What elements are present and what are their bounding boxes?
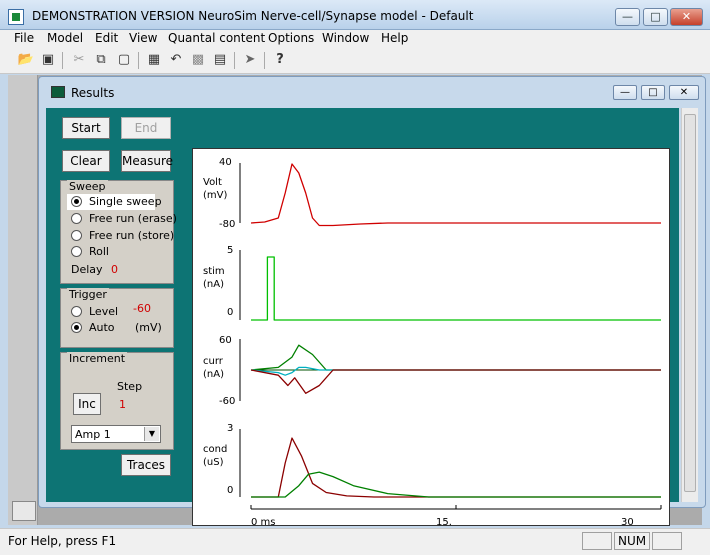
copy-icon[interactable]: ⧉ — [92, 51, 110, 69]
amp-select-value: Amp 1 — [75, 428, 111, 441]
curr-trace-2 — [250, 344, 661, 371]
back-icon[interactable]: ↶ — [167, 51, 185, 69]
curr-trace-4 — [250, 369, 661, 394]
toolbar-separator — [234, 52, 235, 69]
volt-trace-0 — [250, 163, 661, 227]
toolbar-separator — [62, 52, 63, 69]
menu-edit[interactable]: Edit — [95, 31, 118, 45]
step-label: Step — [117, 380, 143, 393]
single-sweep-radio[interactable] — [71, 196, 82, 207]
results-window-title: Results — [71, 86, 115, 100]
status-panel-caps — [582, 532, 612, 550]
trigger-group-label: Trigger — [67, 288, 109, 301]
menu-window[interactable]: Window — [322, 31, 369, 45]
start-button[interactable]: Start — [62, 117, 110, 139]
model-icon[interactable]: ▦ — [145, 51, 163, 69]
scrollbar-thumb[interactable] — [684, 114, 696, 492]
trigger-auto-label: Auto — [89, 321, 115, 334]
toolbar-separator — [138, 52, 139, 69]
minimize-button[interactable]: — — [615, 8, 640, 26]
free-run-erase-radio[interactable] — [71, 213, 82, 224]
sweep-group-label: Sweep — [67, 180, 108, 193]
trigger-level-radio[interactable] — [71, 306, 82, 317]
toolbar-separator — [264, 52, 265, 69]
traces-button[interactable]: Traces — [121, 454, 171, 476]
minimized-window-icon[interactable] — [12, 501, 36, 521]
notes-icon[interactable]: ▤ — [211, 51, 229, 69]
menu-help[interactable]: Help — [381, 31, 408, 45]
open-icon[interactable]: 📂 — [17, 51, 35, 69]
menu-quantal-content[interactable]: Quantal content — [168, 31, 265, 45]
grid-icon[interactable]: ▩ — [189, 51, 207, 69]
single-sweep-label: Single sweep — [89, 195, 162, 208]
free-run-store-label: Free run (store) — [89, 229, 175, 242]
menu-view[interactable]: View — [129, 31, 157, 45]
status-bar: For Help, press F1 NUM — [0, 528, 710, 555]
roll-label: Roll — [89, 245, 109, 258]
inc-button[interactable]: Inc — [73, 393, 101, 415]
delay-value[interactable]: 0 — [111, 263, 118, 276]
step-value[interactable]: 1 — [119, 398, 126, 411]
increment-group: Increment Step Inc 1 Amp 1 ▼ — [60, 352, 174, 450]
results-client-area: Start End Clear Measure Sweep Single swe… — [46, 108, 679, 528]
sweep-group: Sweep Single sweep Free run (erase) Free… — [60, 180, 177, 284]
app-titlebar: DEMONSTRATION VERSION NeuroSim Nerve-cel… — [0, 0, 710, 30]
maximize-button[interactable]: □ — [643, 8, 668, 26]
results-window-icon — [51, 86, 65, 98]
stim-trace-1 — [251, 256, 661, 321]
roll-radio[interactable] — [71, 246, 82, 257]
status-panel-num: NUM — [614, 532, 650, 550]
free-run-store-radio[interactable] — [71, 230, 82, 241]
traces-svg — [239, 163, 662, 510]
measure-button[interactable]: Measure — [121, 150, 173, 172]
vertical-scrollbar[interactable] — [681, 108, 698, 502]
menu-bar: File Model Edit View Quantal content Opt… — [0, 30, 710, 48]
save-icon[interactable]: ▣ — [39, 51, 57, 69]
trigger-auto-radio[interactable] — [71, 322, 82, 333]
end-button[interactable]: End — [121, 117, 171, 139]
delay-label: Delay — [71, 263, 103, 276]
trigger-level-value[interactable]: -60 — [133, 302, 151, 315]
paste-icon[interactable]: ▢ — [115, 51, 133, 69]
increment-group-label: Increment — [67, 352, 128, 365]
free-run-erase-label: Free run (erase) — [89, 212, 177, 225]
menu-options[interactable]: Options — [268, 31, 314, 45]
trigger-unit: (mV) — [135, 321, 162, 334]
trigger-level-label: Level — [89, 305, 119, 318]
trigger-group: Trigger Level -60 Auto (mV) — [60, 288, 174, 348]
status-text: For Help, press F1 — [8, 534, 117, 548]
app-title: DEMONSTRATION VERSION NeuroSim Nerve-cel… — [32, 9, 474, 23]
status-panel-scroll — [652, 532, 682, 550]
menu-file[interactable]: File — [14, 31, 34, 45]
cut-icon[interactable]: ✂ — [70, 51, 88, 69]
amp-select[interactable]: Amp 1 ▼ — [71, 425, 161, 443]
close-button[interactable]: ✕ — [670, 8, 703, 26]
child-minimize-button[interactable]: — — [613, 85, 637, 100]
results-window: Results — □ ✕ Start End Clear Measure Sw… — [38, 76, 706, 528]
toolbar: 📂 ▣ ✂ ⧉ ▢ ▦ ↶ ▩ ▤ ➤ ? — [0, 48, 710, 74]
plot-area: Volt (mV) 40 -80 stim (nA) 5 0 curr (nA)… — [192, 148, 670, 528]
cond-trace-5 — [251, 437, 661, 498]
help-icon[interactable]: ? — [271, 51, 289, 69]
clear-button[interactable]: Clear — [62, 150, 110, 172]
child-close-button[interactable]: ✕ — [669, 85, 699, 100]
menu-model[interactable]: Model — [47, 31, 83, 45]
chevron-down-icon[interactable]: ▼ — [144, 427, 159, 441]
cond-trace-6 — [251, 471, 661, 498]
arrow-icon[interactable]: ➤ — [241, 51, 259, 69]
child-maximize-button[interactable]: □ — [641, 85, 665, 100]
mdi-side-strip — [8, 75, 38, 525]
app-icon — [8, 9, 24, 25]
curr-trace-3 — [250, 366, 661, 376]
